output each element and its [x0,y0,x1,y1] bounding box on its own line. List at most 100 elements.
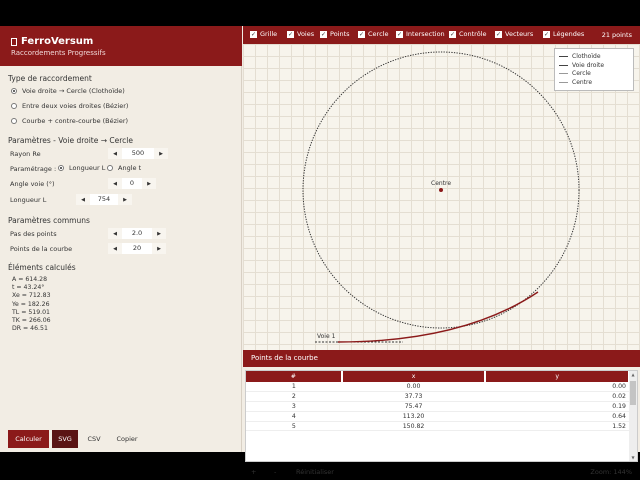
bottom-bar: + - Réinitialiser Zoom: 144% [243,466,640,478]
toggle-voies[interactable]: ✓ Voies [287,30,314,38]
scroll-down-icon[interactable]: ▼ [630,455,636,461]
table-row: 4 113.20 0.64 [246,411,629,422]
legend-swatch [559,64,568,66]
pas-stepper[interactable]: ◀ 2.0 ▶ [108,228,166,239]
legend-item: Centre [559,78,629,87]
toggle-vecteurs[interactable]: ✓ Vecteurs [495,30,533,38]
layer-toolbar: ✓ Grille ✓ Voies ✓ Points ✓ Cercle ✓ Intersec… [243,26,640,44]
table-row: 2 37.73 0.02 [246,391,629,403]
track-label: Voie 1 [317,333,336,340]
legend: Clothoïde Voie droite Cercle Centre [554,48,634,91]
app-title: FerroVersum [21,36,94,47]
decrement-icon[interactable]: ◀ [76,197,90,203]
checkbox-icon[interactable]: ✓ [449,30,456,38]
checkbox-icon[interactable]: ✓ [358,30,365,38]
decrement-icon[interactable]: ◀ [108,151,122,157]
scroll-thumb[interactable] [630,381,636,405]
centre-point [439,188,443,192]
csv-button[interactable]: CSV [82,430,106,448]
common-title: Paramètres communs [8,216,90,225]
sidebar: FerroVersum Raccordements Progressifs Ty… [0,26,242,452]
toggle-intersection[interactable]: ✓ Intersection [396,30,445,38]
logo-icon [11,37,17,46]
toggle-grille[interactable]: ✓ Grille [250,30,277,38]
increment-icon[interactable]: ▶ [152,231,166,237]
longueur-stepper[interactable]: ◀ 754 ▶ [76,194,132,205]
points-label: Points de la courbe [10,245,73,253]
radio-type-clothoid[interactable]: Voie droite → Cercle (Clothoïde) [11,87,125,95]
rayon-value[interactable]: 500 [122,148,154,159]
radio-icon [11,118,17,124]
legend-swatch [559,55,568,57]
toggle-controle[interactable]: ✓ Contrôle [449,30,487,38]
angle-stepper[interactable]: ◀ 0 ▶ [108,178,156,189]
longueur-value[interactable]: 754 [90,194,118,205]
calculate-button[interactable]: Calculer [8,430,49,448]
toggle-points[interactable]: ✓ Points [320,30,350,38]
toggle-cercle[interactable]: ✓ Cercle [358,30,388,38]
angle-label: Angle voie (°) [10,180,55,188]
radio-icon [11,88,17,94]
checkbox-icon[interactable]: ✓ [396,30,403,38]
checkbox-icon[interactable]: ✓ [287,30,294,38]
result-item: Ye = 182.26 [12,300,50,308]
radio-param-length[interactable]: Longueur L [58,164,105,172]
legend-item: Clothoïde [559,52,629,61]
centre-label: Centre [431,180,451,187]
zoom-out-button[interactable]: - [274,468,276,476]
radio-icon [107,165,113,171]
pas-value[interactable]: 2.0 [122,228,152,239]
rayon-stepper[interactable]: ◀ 500 ▶ [108,148,168,159]
checkbox-icon[interactable]: ✓ [250,30,257,38]
radio-type-two-straights[interactable]: Entre deux voies droites (Bézier) [11,102,128,110]
svg-button[interactable]: SVG [52,430,78,448]
toggle-legendes[interactable]: ✓ Légendes [543,30,584,38]
copy-button[interactable]: Copier [112,430,142,448]
result-item: Xe = 712.83 [12,292,51,300]
checkbox-icon[interactable]: ✓ [495,30,502,38]
checkbox-icon[interactable]: ✓ [320,30,327,38]
decrement-icon[interactable]: ◀ [108,231,122,237]
longueur-label: Longueur L [10,196,47,204]
radio-param-angle[interactable]: Angle t [107,164,141,172]
reset-button[interactable]: Réinitialiser [296,468,334,476]
decrement-icon[interactable]: ◀ [108,181,122,187]
table-row: 3 75.47 0.19 [246,401,629,412]
result-item: t = 43.24° [12,284,45,292]
type-title: Type de raccordement [8,74,92,83]
scroll-up-icon[interactable]: ▲ [630,372,636,378]
legend-item: Voie droite [559,61,629,70]
points-table[interactable]: # x y 1 0.00 0.00 2 37.73 0.02 3 75.47 0.19 41… [245,370,638,462]
radio-type-reverse-curve[interactable]: Courbe + contre-courbe (Bézier) [11,117,128,125]
increment-icon[interactable]: ▶ [154,151,168,157]
checkbox-icon[interactable]: ✓ [543,30,550,38]
param-label: Paramétrage : [10,165,57,173]
increment-icon[interactable]: ▶ [142,181,156,187]
radio-icon [11,103,17,109]
rayon-label: Rayon Re [10,150,41,158]
radio-icon [58,165,64,171]
app-subtitle: Raccordements Progressifs [11,49,106,57]
decrement-icon[interactable]: ◀ [108,246,122,252]
points-stepper[interactable]: ◀ 20 ▶ [108,243,166,254]
results-list: A = 614.28 t = 43.24° Xe = 712.83 Ye = 1… [12,276,51,333]
points-value[interactable]: 20 [122,243,152,254]
increment-icon[interactable]: ▶ [118,197,132,203]
pas-label: Pas des points [10,230,57,238]
table-scrollbar[interactable]: ▲ ▼ [629,371,637,461]
zoom-in-button[interactable]: + [251,468,256,476]
legend-item: Cercle [559,70,629,79]
increment-icon[interactable]: ▶ [152,246,166,252]
legend-swatch [559,82,568,84]
col-y: y [485,371,630,382]
result-item: TK = 266.06 [12,317,51,325]
legend-swatch [559,73,568,75]
table-row: 1 0.00 0.00 [246,382,629,393]
angle-value[interactable]: 0 [122,178,142,189]
points-header: Points de la courbe [243,350,640,367]
zoom-level: Zoom: 144% [590,468,632,476]
drawing-canvas[interactable]: Centre Voie 1 Clothoïde Voie droite Cerc… [243,44,640,350]
result-item: TL = 519.01 [12,308,50,316]
table-row: 5 150.82 1.52 [246,421,629,432]
params-title: Paramètres - Voie droite → Cercle [8,136,134,145]
